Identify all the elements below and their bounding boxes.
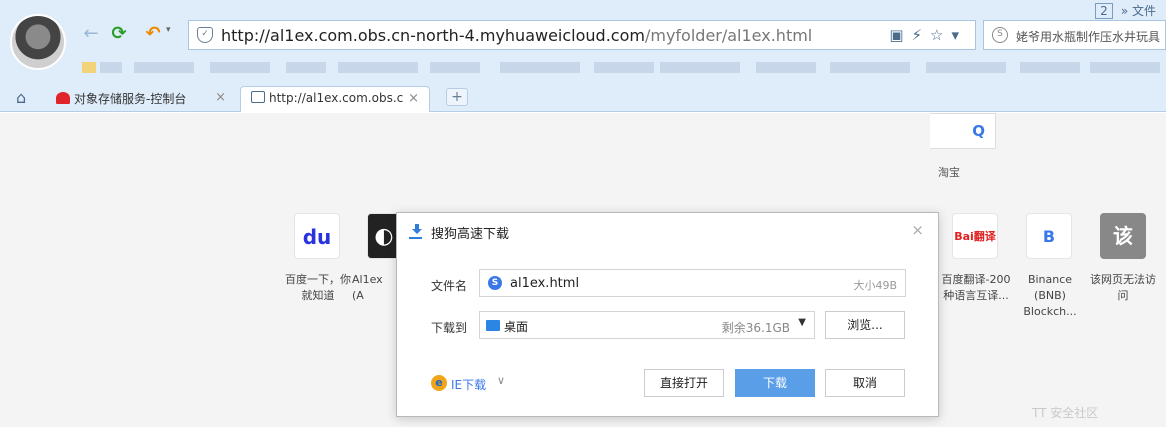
baidu-icon[interactable]: du	[294, 213, 340, 259]
bookmark-item[interactable]	[500, 62, 580, 73]
tile-label-al1ex[interactable]: Al1ex (A	[352, 272, 396, 304]
address-tools-icons[interactable]: ▣⚡☆▾	[889, 26, 967, 44]
bookmark-item[interactable]	[926, 62, 1006, 73]
folder-icon	[486, 320, 500, 331]
destination-select[interactable]: 桌面 剩余36.1GB ▼	[479, 311, 815, 339]
tile-label-fanyi[interactable]: 百度翻译-200种语言互译...	[938, 272, 1014, 304]
error-page-icon[interactable]: 该	[1100, 213, 1146, 259]
tab-obs-console[interactable]: 对象存储服务-控制台 ×	[46, 86, 236, 112]
filename-label: 文件名	[431, 279, 468, 293]
baidu-fanyi-icon[interactable]: Bai翻译	[952, 213, 998, 259]
bookmark-item[interactable]	[1020, 62, 1080, 73]
close-icon[interactable]: ×	[408, 91, 419, 106]
tile-label-baidu[interactable]: 百度一下，你就知道	[280, 272, 356, 304]
sogou-search-icon: S	[992, 27, 1008, 43]
bookmark-item[interactable]	[286, 62, 326, 73]
huawei-icon	[56, 92, 70, 104]
user-avatar[interactable]	[10, 14, 66, 70]
dialog-title: 搜狗高速下载	[431, 227, 510, 242]
download-icon-base	[409, 237, 422, 239]
bookmark-item[interactable]	[756, 62, 816, 73]
url-text[interactable]: http://al1ex.com.obs.cn-north-4.myhuawei…	[221, 26, 812, 45]
bookmark-item[interactable]	[82, 62, 96, 73]
filesize: 大小49B	[853, 279, 897, 292]
tab-strip: ⌂ 对象存储服务-控制台 × http://al1ex.com.obs.c × …	[0, 84, 1166, 112]
tile-label-error[interactable]: 该网页无法访问	[1088, 272, 1158, 304]
taobao-link[interactable]: 淘宝	[938, 164, 960, 180]
search-bar[interactable]: S 姥爷用水瓶制作压水井玩具	[983, 20, 1166, 50]
filename-value[interactable]: al1ex.html	[510, 276, 579, 291]
close-icon[interactable]: ×	[215, 90, 226, 105]
chevron-down-icon[interactable]: ▾	[166, 25, 171, 35]
cancel-button[interactable]: 取消	[825, 369, 905, 397]
refresh-button[interactable]: ⟳	[108, 23, 130, 45]
new-tab-button[interactable]: +	[446, 88, 468, 106]
search-icon[interactable]: Q	[972, 122, 985, 140]
page-icon	[251, 91, 265, 103]
tab-label: http://al1ex.com.obs.c	[269, 91, 404, 105]
bookmark-item[interactable]	[100, 62, 122, 73]
search-input-text[interactable]: 姥爷用水瓶制作压水井玩具	[1016, 28, 1160, 45]
ie-download-link[interactable]: IE下载	[451, 376, 486, 393]
tab-al1ex[interactable]: http://al1ex.com.obs.c ×	[240, 86, 430, 112]
url-path: /myfolder/al1ex.html	[644, 26, 813, 45]
tile-label-binance[interactable]: Binance (BNB) Blockch...	[1012, 272, 1088, 320]
chevrons-icon[interactable]: »	[1121, 4, 1128, 18]
home-icon[interactable]: ⌂	[16, 88, 26, 107]
back-button[interactable]: ←	[80, 23, 102, 45]
file-menu[interactable]: 文件	[1132, 4, 1156, 18]
shield-icon: ✓	[197, 27, 213, 43]
free-space: 剩余36.1GB	[721, 321, 790, 335]
bookmark-item[interactable]	[338, 62, 418, 73]
bookmark-item[interactable]	[210, 62, 270, 73]
bookmark-item[interactable]	[660, 62, 740, 73]
tab-label: 对象存储服务-控制台	[74, 92, 187, 106]
bookmark-item[interactable]	[1090, 62, 1160, 73]
open-directly-button[interactable]: 直接打开	[644, 369, 724, 397]
bookmarks-bar[interactable]	[80, 62, 1160, 74]
bookmark-item[interactable]	[430, 62, 480, 73]
sogou-file-icon: S	[488, 276, 502, 290]
bookmark-item[interactable]	[134, 62, 194, 73]
browser-chrome: ← ⟳ ↶ ▾ ✓ http://al1ex.com.obs.cn-north-…	[0, 0, 1166, 112]
binance-icon[interactable]: B	[1026, 213, 1072, 259]
destination-value: 桌面	[504, 320, 529, 334]
download-dialog: 搜狗高速下载 × 文件名 S al1ex.html 大小49B 下载到 桌面 剩…	[396, 212, 939, 417]
filename-field[interactable]: S al1ex.html 大小49B	[479, 269, 906, 297]
close-icon[interactable]: ×	[911, 221, 924, 239]
undo-close-tab-button[interactable]: ↶	[142, 23, 164, 45]
page-search-box[interactable]: Q	[930, 113, 996, 149]
bookmark-item[interactable]	[594, 62, 654, 73]
ie-icon[interactable]: e	[431, 375, 447, 391]
download-icon	[411, 224, 423, 238]
watermark: TT 安全社区	[1032, 406, 1099, 420]
bookmark-item[interactable]	[830, 62, 910, 73]
address-bar[interactable]: ✓ http://al1ex.com.obs.cn-north-4.myhuaw…	[188, 20, 976, 50]
browse-button[interactable]: 浏览...	[825, 311, 905, 339]
window-menu[interactable]: 2 » 文件	[1095, 2, 1156, 19]
url-host: http://al1ex.com.obs.cn-north-4.myhuawei…	[221, 26, 645, 45]
chevron-down-icon[interactable]: ▼	[798, 317, 806, 328]
destination-label: 下载到	[431, 321, 468, 335]
chevron-down-icon[interactable]: ∨	[497, 374, 505, 387]
download-button[interactable]: 下载	[735, 369, 815, 397]
window-count[interactable]: 2	[1095, 3, 1113, 19]
